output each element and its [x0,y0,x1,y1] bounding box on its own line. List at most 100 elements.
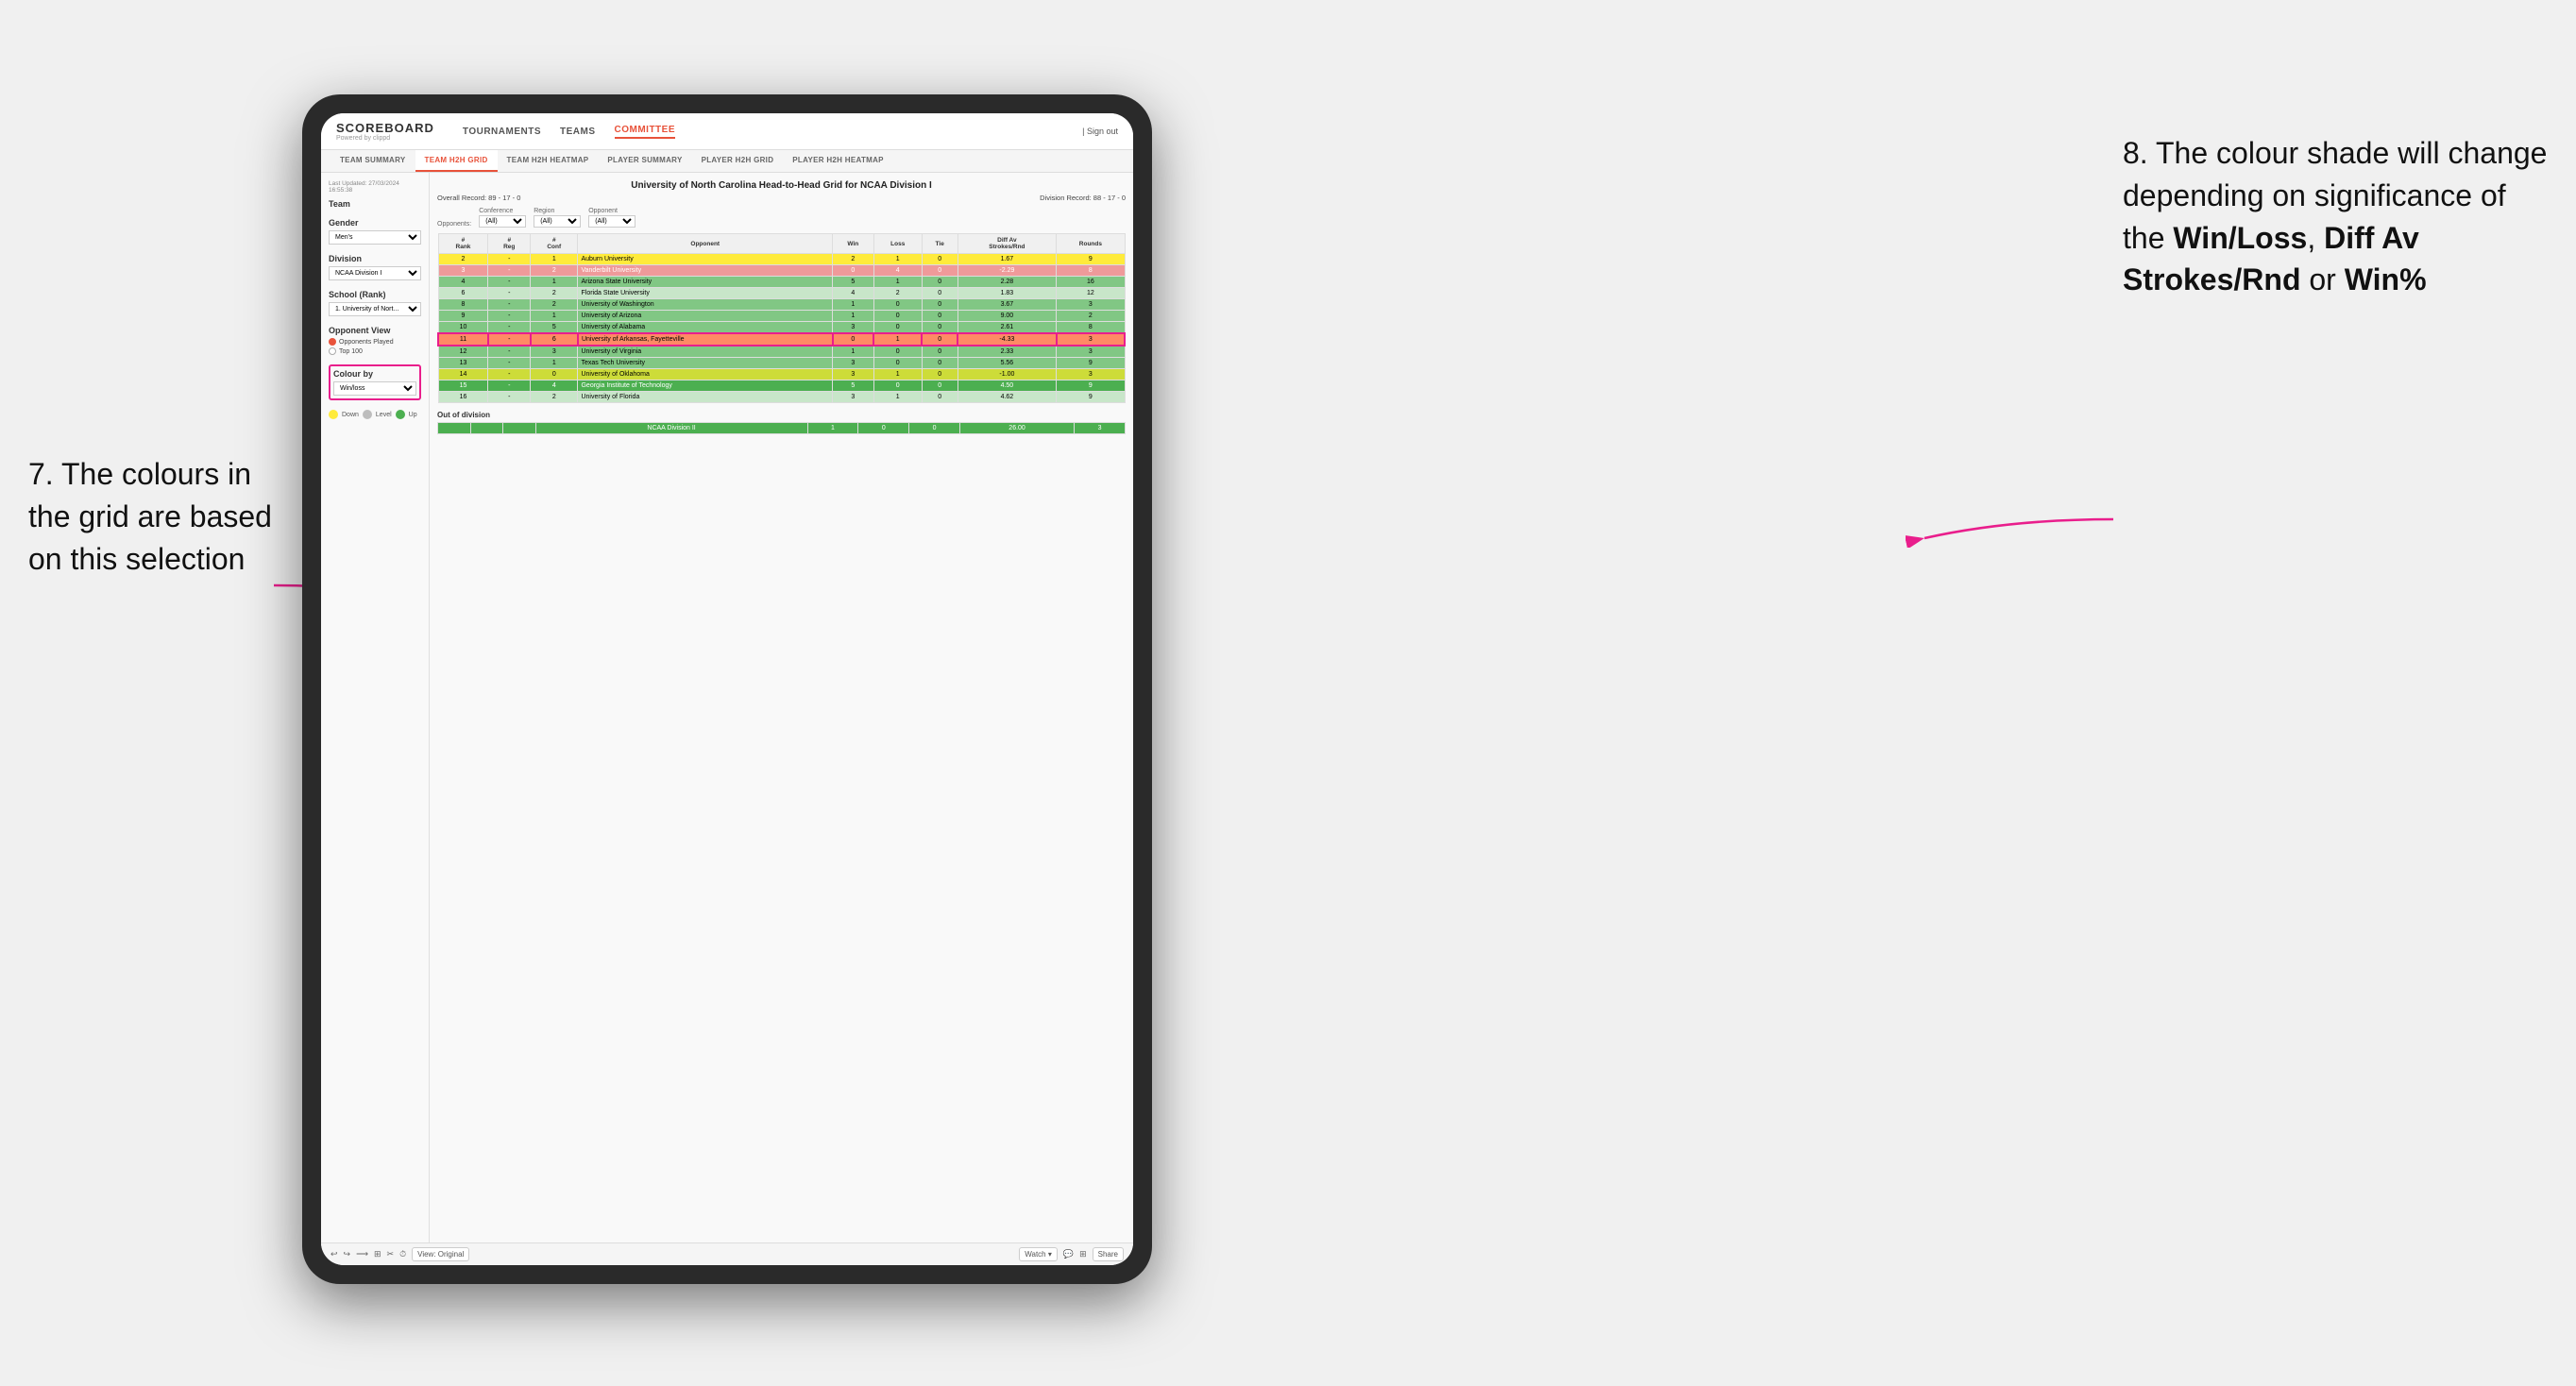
school-label: School (Rank) [329,290,421,299]
col-win: Win [833,234,874,254]
sub-nav-player-h2h-grid[interactable]: PLAYER H2H GRID [692,150,784,172]
redo-icon[interactable]: ↪ [344,1249,351,1259]
region-select[interactable]: (All) [534,215,581,228]
left-panel: Last Updated: 27/03/2024 16:55:38 Team G… [321,173,430,1242]
school-select[interactable]: 1. University of Nort... [329,302,421,316]
conference-select[interactable]: (All) [479,215,526,228]
clock-icon[interactable]: ⏱ [399,1249,406,1259]
watch-btn[interactable]: Watch ▾ [1019,1247,1058,1261]
region-label: Region [534,208,581,214]
comment-icon[interactable]: 💬 [1063,1249,1074,1259]
out-of-division: Out of division NCAA Division II 1 0 0 [437,411,1126,434]
out-of-div-table: NCAA Division II 1 0 0 26.00 3 [437,422,1126,434]
radio-opponents-played[interactable]: Opponents Played [329,338,421,346]
sub-nav: TEAM SUMMARY TEAM H2H GRID TEAM H2H HEAT… [321,150,1133,173]
division-label: Division [329,254,421,263]
table-row: 3-2Vanderbilt University040-2.298 [438,265,1125,277]
grid-subtitle: Overall Record: 89 - 17 - 0 Division Rec… [437,194,1126,202]
radio-top100[interactable]: Top 100 [329,347,421,355]
out-div-diff: 26.00 [960,423,1075,434]
conference-label: Conference [479,208,526,214]
table-row: 4-1Arizona State University5102.2816 [438,277,1125,288]
col-reg: #Reg [488,234,531,254]
radio-dot-selected [329,338,336,346]
view-original-btn[interactable]: View: Original [412,1247,469,1261]
team-section: Team [329,199,421,209]
logo-sub: Powered by clippd [336,135,434,142]
division-section: Division NCAA Division I [329,254,421,280]
out-div-rounds: 3 [1075,423,1126,434]
division-select[interactable]: NCAA Division I [329,266,421,280]
opponent-select[interactable]: (All) [588,215,636,228]
gender-section: Gender Men's [329,218,421,245]
radio-dot-unselected [329,347,336,355]
annotation-left: 7. The colours in the grid are based on … [28,453,283,580]
col-conf: #Conf [531,234,578,254]
sub-nav-team-h2h-heatmap[interactable]: TEAM H2H HEATMAP [498,150,599,172]
table-row: 14-0University of Oklahoma310-1.003 [438,369,1125,380]
out-div-win: 1 [807,423,858,434]
region-filter: Region (All) [534,208,581,228]
out-div-tie: 0 [909,423,960,434]
opponent-filter: Opponent (All) [588,208,636,228]
opponent-label: Opponent [588,208,636,214]
last-updated: Last Updated: 27/03/2024 16:55:38 [329,180,421,194]
up-color-dot [396,410,405,419]
table-row: 8-2University of Washington1003.673 [438,299,1125,311]
overall-record: Overall Record: 89 - 17 - 0 [437,194,520,202]
opponent-view-section: Opponent View Opponents Played Top 100 [329,326,421,355]
table-row: 11-6University of Arkansas, Fayetteville… [438,333,1125,346]
annotation-right: 8. The colour shade will change dependin… [2123,132,2548,301]
col-rounds: Rounds [1057,234,1125,254]
grid-icon[interactable]: ⊞ [1079,1249,1087,1259]
table-row: 15-4Georgia Institute of Technology5004.… [438,380,1125,392]
out-div-loss: 0 [858,423,909,434]
data-table: #Rank #Reg #Conf Opponent Win Loss Tie D… [437,233,1126,403]
col-opponent: Opponent [578,234,833,254]
share-btn[interactable]: Share [1093,1247,1124,1261]
cut-icon[interactable]: ✂ [387,1249,395,1259]
sub-nav-player-summary[interactable]: PLAYER SUMMARY [598,150,691,172]
copy-icon[interactable]: ⊞ [374,1249,381,1259]
nav-teams[interactable]: TEAMS [560,127,596,137]
team-label: Team [329,199,421,209]
table-row: 6-2Florida State University4201.8312 [438,288,1125,299]
col-loss: Loss [873,234,922,254]
gender-select[interactable]: Men's [329,230,421,245]
out-of-div-row: NCAA Division II 1 0 0 26.00 3 [438,423,1126,434]
col-diff: Diff AvStrokes/Rnd [958,234,1057,254]
colour-by-label: Colour by [333,369,416,379]
radio-group: Opponents Played Top 100 [329,338,421,355]
nav-tournaments[interactable]: TOURNAMENTS [463,127,541,137]
sub-nav-team-summary[interactable]: TEAM SUMMARY [330,150,415,172]
sub-nav-team-h2h-grid[interactable]: TEAM H2H GRID [415,150,498,172]
logo-area: SCOREBOARD Powered by clippd [336,121,434,142]
color-legend: Down Level Up [329,410,421,419]
sign-out[interactable]: | Sign out [1082,127,1118,136]
main-content: Last Updated: 27/03/2024 16:55:38 Team G… [321,173,1133,1242]
col-rank: #Rank [438,234,488,254]
nav-committee[interactable]: COMMITTEE [615,125,676,139]
grid-panel: University of North Carolina Head-to-Hea… [430,173,1133,1242]
table-row: 10-5University of Alabama3002.618 [438,322,1125,334]
tablet-frame: SCOREBOARD Powered by clippd TOURNAMENTS… [302,94,1152,1284]
out-div-rank [438,423,471,434]
tablet-screen: SCOREBOARD Powered by clippd TOURNAMENTS… [321,113,1133,1265]
sub-nav-player-h2h-heatmap[interactable]: PLAYER H2H HEATMAP [783,150,893,172]
grid-title: University of North Carolina Head-to-Hea… [437,180,1126,191]
undo-icon[interactable]: ↩ [330,1249,338,1259]
division-record: Division Record: 88 - 17 - 0 [1040,194,1126,202]
out-div-reg [470,423,503,434]
colour-by-select[interactable]: Win/loss [333,381,416,396]
table-row: 13-1Texas Tech University3005.569 [438,358,1125,369]
filters-row: Opponents: Conference (All) Region (All) [437,208,1126,228]
school-section: School (Rank) 1. University of Nort... [329,290,421,316]
colour-by-section: Colour by Win/loss [329,364,421,400]
table-row: 16-2University of Florida3104.629 [438,392,1125,403]
out-div-conf [503,423,536,434]
out-div-name: NCAA Division II [535,423,807,434]
top-nav: SCOREBOARD Powered by clippd TOURNAMENTS… [321,113,1133,150]
level-color-dot [363,410,372,419]
forward-icon[interactable]: ⟶ [356,1249,368,1259]
table-row: 2-1Auburn University2101.679 [438,254,1125,265]
